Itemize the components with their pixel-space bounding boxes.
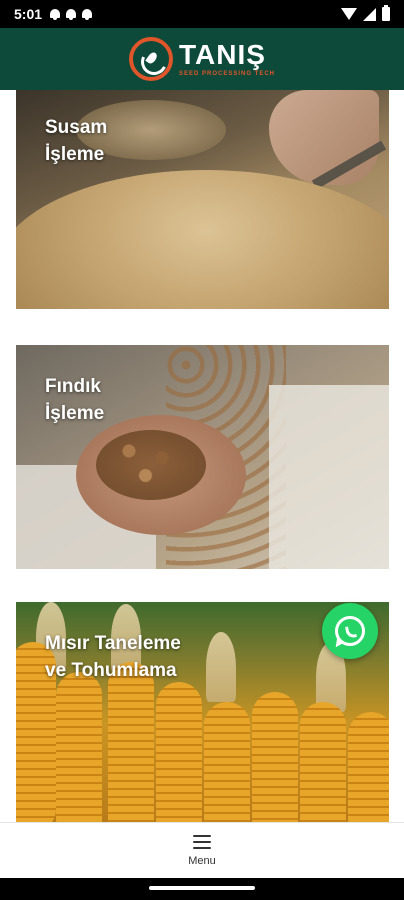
corn-cob-image: [56, 672, 102, 822]
status-indicators: [341, 5, 390, 21]
hazelnuts-image: [96, 430, 206, 500]
status-bar: 5:01: [0, 0, 404, 28]
brand-logo[interactable]: TANIŞ SEED PROCESSING TECH: [128, 37, 275, 81]
category-list[interactable]: Susam İşleme Fındık İşleme Mısır Tanelem…: [0, 90, 404, 822]
menu-label: Menu: [188, 854, 216, 867]
brand-name: TANIŞ: [178, 39, 266, 70]
app-header: TANIŞ SEED PROCESSING TECH: [0, 28, 404, 90]
whatsapp-icon: [335, 616, 365, 646]
category-title: Susam İşleme: [45, 117, 108, 165]
battery-icon: [382, 5, 390, 21]
corn-cob-image: [300, 702, 346, 822]
bottom-menu-button[interactable]: Menu: [0, 822, 404, 878]
signal-icon: [363, 7, 376, 21]
husk-image: [206, 632, 236, 702]
worker-sleeve-image: [269, 385, 389, 569]
hand-image: [269, 90, 379, 185]
bell-icon: [82, 8, 93, 20]
corn-cob-image: [252, 692, 298, 822]
bell-icon: [50, 8, 61, 20]
corn-cob-image: [204, 702, 250, 822]
grain-pile-image: [16, 170, 389, 309]
whatsapp-button[interactable]: [322, 603, 378, 659]
hamburger-menu-icon: [193, 834, 211, 849]
notification-icons: [50, 8, 93, 20]
bell-icon: [66, 8, 77, 20]
home-gesture-bar[interactable]: [149, 886, 255, 890]
category-title: Fındık İşleme: [45, 376, 105, 424]
gesture-nav-area: [0, 878, 404, 900]
brand-tagline: SEED PROCESSING TECH: [178, 71, 275, 77]
category-card-sesame[interactable]: Susam İşleme: [16, 90, 389, 309]
logo-mark-icon: [128, 37, 173, 81]
wifi-icon: [341, 8, 357, 20]
corn-cob-image: [156, 682, 202, 822]
status-time: 5:01: [14, 6, 43, 22]
category-title: Mısır Taneleme ve Tohumlama: [45, 633, 181, 681]
category-card-hazelnut[interactable]: Fındık İşleme: [16, 345, 389, 569]
corn-cob-image: [108, 662, 154, 822]
corn-cob-image: [348, 712, 389, 822]
